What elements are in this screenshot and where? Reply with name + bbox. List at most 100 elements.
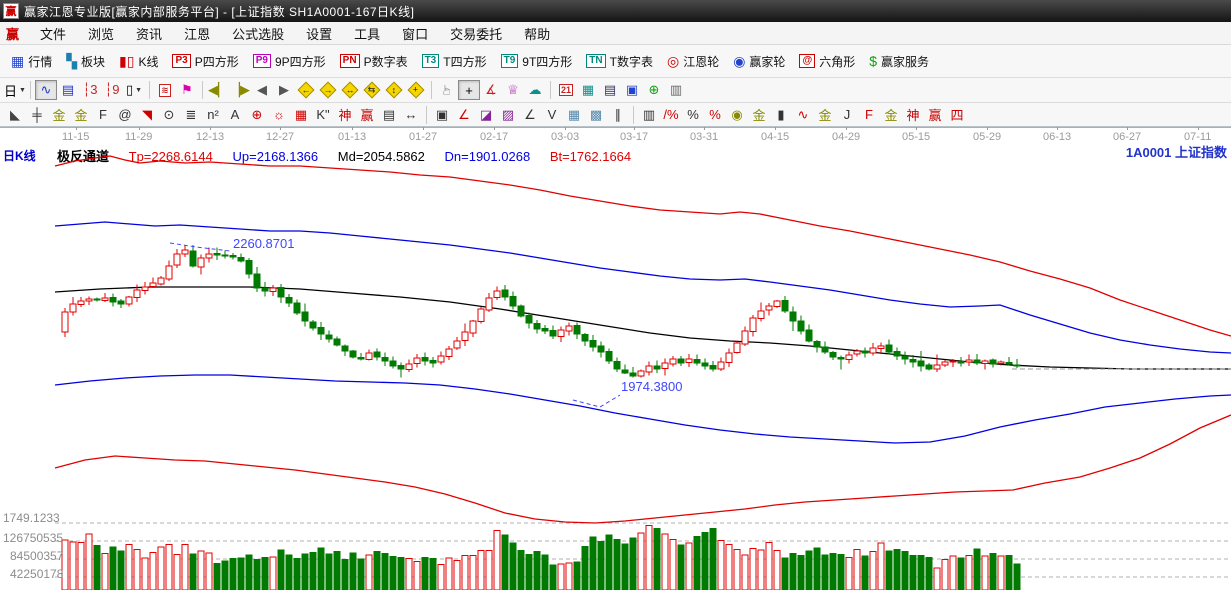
scroll-both-button[interactable]: ↔ bbox=[339, 80, 361, 100]
crown-tool-button[interactable]: ♕ bbox=[502, 80, 524, 100]
gold-angle-tool[interactable]: 金 bbox=[880, 105, 902, 125]
a-wave-tool[interactable]: ∿ bbox=[792, 105, 814, 125]
pattern-button[interactable]: ≋ bbox=[154, 80, 176, 100]
t-square-button[interactable]: T3 T四方形 bbox=[415, 49, 494, 74]
n2-tool[interactable]: n² bbox=[202, 105, 224, 125]
expand-button[interactable]: ↕ bbox=[383, 80, 405, 100]
menu-item-0[interactable]: 文件 bbox=[29, 22, 77, 45]
crosshair-tool-button[interactable]: + bbox=[458, 80, 480, 100]
levels-tool[interactable]: ▥ bbox=[638, 105, 660, 125]
save-button[interactable]: ▣ bbox=[621, 80, 643, 100]
width-tool[interactable]: ↔ bbox=[400, 105, 422, 125]
knife-tool[interactable]: ◣ bbox=[4, 105, 26, 125]
9p-square-button[interactable]: P9 9P四方形 bbox=[246, 49, 333, 74]
ying-grid-tool[interactable]: 赢 bbox=[356, 105, 378, 125]
menu-item-4[interactable]: 公式选股 bbox=[221, 22, 295, 45]
k-quote-tool[interactable]: K" bbox=[312, 105, 334, 125]
menu-item-8[interactable]: 交易委托 bbox=[439, 22, 513, 45]
sectors-button[interactable]: ▚ 板块 bbox=[59, 49, 112, 74]
zoom-all-button[interactable]: + bbox=[405, 80, 427, 100]
9t-square-button-label: 9T四方形 bbox=[522, 54, 573, 69]
cloud-tool-button[interactable]: ☁ bbox=[524, 80, 546, 100]
box-tool[interactable]: ▣ bbox=[431, 105, 453, 125]
first-bar-button[interactable]: ◀▏ bbox=[207, 80, 229, 100]
parallel-tool[interactable]: ∥ bbox=[607, 105, 629, 125]
candle-style-button[interactable]: ▯ ▼ bbox=[123, 80, 145, 100]
9t-square-button[interactable]: T9 9T四方形 bbox=[494, 49, 580, 74]
menu-item-9[interactable]: 帮助 bbox=[513, 22, 561, 45]
hand-tool-button[interactable]: ☞ bbox=[436, 80, 458, 100]
export-pc-button[interactable]: ▥ bbox=[665, 80, 687, 100]
j-angle-tool[interactable]: J bbox=[836, 105, 858, 125]
ying-angle-tool[interactable]: 赢 bbox=[924, 105, 946, 125]
calendar-button[interactable]: 21 bbox=[555, 80, 577, 100]
box-fan-tool[interactable]: ▨ bbox=[497, 105, 519, 125]
menu-item-1[interactable]: 浏览 bbox=[77, 22, 125, 45]
menu-item-2[interactable]: 资讯 bbox=[125, 22, 173, 45]
merge-3-button[interactable]: ┆3 bbox=[79, 80, 101, 100]
next-bar-button[interactable]: ▶ bbox=[273, 80, 295, 100]
gold-line-tool[interactable]: 金 bbox=[748, 105, 770, 125]
merge-9-button[interactable]: ┆9 bbox=[101, 80, 123, 100]
hexagon-button[interactable]: @ 六角形 bbox=[792, 49, 862, 74]
menu-item-3[interactable]: 江恩 bbox=[173, 22, 221, 45]
cycle-tool[interactable]: ⊙ bbox=[158, 105, 180, 125]
pct-line-tool[interactable]: % bbox=[704, 105, 726, 125]
n2-tool-icon: n² bbox=[207, 107, 219, 122]
menu-item-7[interactable]: 窗口 bbox=[391, 22, 439, 45]
t-table-button[interactable]: TN T数字表 bbox=[579, 49, 660, 74]
shen-grid-tool[interactable]: 神 bbox=[334, 105, 356, 125]
gold-line2-tool[interactable]: 金 bbox=[814, 105, 836, 125]
mirror-tool[interactable]: A bbox=[224, 105, 246, 125]
notes-button[interactable]: ▤ bbox=[599, 80, 621, 100]
p-square-button[interactable]: P3 P四方形 bbox=[165, 49, 245, 74]
prev-bar-button[interactable]: ◀ bbox=[251, 80, 273, 100]
flag-button[interactable]: ⚑ bbox=[176, 80, 198, 100]
f-grid-tool[interactable]: F bbox=[92, 105, 114, 125]
winner-service-button[interactable]: $ 赢家服务 bbox=[862, 49, 936, 74]
menu-item-6[interactable]: 工具 bbox=[343, 22, 391, 45]
circle-star-tool[interactable]: ☼ bbox=[268, 105, 290, 125]
last-bar-button[interactable]: ▕▶ bbox=[229, 80, 251, 100]
gold-grid2-tool[interactable]: 金 bbox=[70, 105, 92, 125]
fan-tool[interactable]: ∠ bbox=[453, 105, 475, 125]
f-angle-tool[interactable]: F bbox=[858, 105, 880, 125]
info-panel-button[interactable]: ▤ bbox=[57, 80, 79, 100]
merge-3-button-icon: ┆3 bbox=[82, 82, 98, 97]
scroll-left-button[interactable]: ← bbox=[295, 80, 317, 100]
gold-circle-tool[interactable]: ◉ bbox=[726, 105, 748, 125]
angle-measure-button[interactable]: ∡ bbox=[480, 80, 502, 100]
trend-wave-button[interactable]: ∿ bbox=[35, 80, 57, 100]
grid-box-tool[interactable]: ▦ bbox=[563, 105, 585, 125]
si-angle-tool[interactable]: 四 bbox=[946, 105, 968, 125]
gann-wheel-button[interactable]: ◎ 江恩轮 bbox=[660, 49, 726, 74]
winner-wheel-button[interactable]: ◉ 赢家轮 bbox=[726, 49, 792, 74]
gann-pct-tool[interactable]: /% bbox=[660, 105, 682, 125]
spiral-tool[interactable]: @ bbox=[114, 105, 136, 125]
period-day-button[interactable]: 日 ▼ bbox=[4, 80, 26, 100]
brush-tool[interactable]: ▮ bbox=[770, 105, 792, 125]
grid-box2-tool[interactable]: ▩ bbox=[585, 105, 607, 125]
v-wave-tool[interactable]: V bbox=[541, 105, 563, 125]
fan-box-tool[interactable]: ◪ bbox=[475, 105, 497, 125]
red-grid-tool[interactable]: ▦ bbox=[290, 105, 312, 125]
shen-angle-tool[interactable]: 神 bbox=[902, 105, 924, 125]
title-bar[interactable]: 赢 赢家江恩专业版[赢家内部服务平台] - [上证指数 SH1A0001-167… bbox=[0, 0, 1231, 22]
quotes-button[interactable]: ▦ 行情 bbox=[4, 49, 59, 74]
red-knife-tool[interactable]: ◥ bbox=[136, 105, 158, 125]
scroll-right-button[interactable]: → bbox=[317, 80, 339, 100]
pct-tool[interactable]: % bbox=[682, 105, 704, 125]
p-table-button[interactable]: PN P数字表 bbox=[333, 49, 415, 74]
price-grid-tool[interactable]: ╪ bbox=[26, 105, 48, 125]
grid-123-tool[interactable]: ▤ bbox=[378, 105, 400, 125]
kline-button[interactable]: ▮▯ K线 bbox=[112, 49, 165, 74]
hash-tool[interactable]: ≣ bbox=[180, 105, 202, 125]
candlestick-chart[interactable] bbox=[0, 140, 1231, 590]
calculator-button[interactable]: ▦ bbox=[577, 80, 599, 100]
compress-button[interactable]: ⇆ bbox=[361, 80, 383, 100]
menu-item-5[interactable]: 设置 bbox=[295, 22, 343, 45]
export-web-button[interactable]: ⊕ bbox=[643, 80, 665, 100]
gold-grid-tool[interactable]: 金 bbox=[48, 105, 70, 125]
circle-cross-tool[interactable]: ⊕ bbox=[246, 105, 268, 125]
angle-lines-tool[interactable]: ∠ bbox=[519, 105, 541, 125]
